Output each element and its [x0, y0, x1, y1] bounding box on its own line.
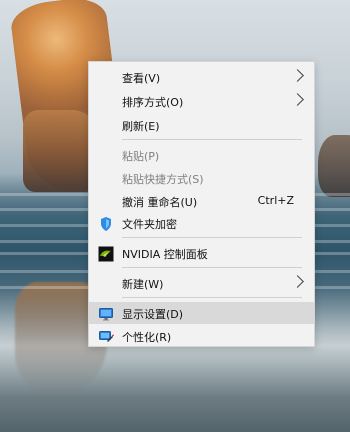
chevron-right-icon: [291, 69, 304, 82]
menu-item-label: 显示设置(D): [122, 308, 184, 321]
menu-item-label: 个性化(R): [122, 331, 172, 344]
menu-item-refresh[interactable]: 刷新(E): [89, 114, 314, 136]
menu-item-undo-rename[interactable]: 撤消 重命名(U) Ctrl+Z: [89, 190, 314, 212]
desktop-background: 查看(V) 排序方式(O) 刷新(E) 粘贴(P) 粘贴快捷方式(S) 撤消 重…: [0, 0, 350, 432]
menu-item-label: 查看(V): [122, 72, 161, 85]
menu-item-label: 粘贴(P): [122, 150, 160, 163]
menu-separator: [122, 237, 302, 238]
menu-item-label: 新建(W): [122, 278, 164, 291]
shield-icon: [98, 216, 114, 232]
menu-item-label: 文件夹加密: [122, 218, 177, 231]
menu-item-folder-encryption[interactable]: 文件夹加密: [89, 212, 314, 234]
nvidia-icon: [98, 246, 114, 262]
personalize-icon: [98, 329, 114, 345]
menu-item-paste: 粘贴(P): [89, 144, 314, 166]
chevron-right-icon: [291, 275, 304, 288]
menu-item-label: 粘贴快捷方式(S): [122, 173, 204, 186]
desktop-context-menu: 查看(V) 排序方式(O) 刷新(E) 粘贴(P) 粘贴快捷方式(S) 撤消 重…: [88, 61, 315, 347]
menu-item-sort-by[interactable]: 排序方式(O): [89, 90, 314, 112]
menu-item-nvidia-control-panel[interactable]: NVIDIA 控制面板: [89, 242, 314, 264]
menu-item-label: 撤消 重命名(U): [122, 196, 198, 209]
menu-item-display-settings[interactable]: 显示设置(D): [89, 302, 314, 324]
menu-shortcut: Ctrl+Z: [257, 194, 294, 207]
menu-item-label: NVIDIA 控制面板: [122, 248, 208, 261]
menu-item-view[interactable]: 查看(V): [89, 66, 314, 88]
menu-item-label: 刷新(E): [122, 120, 160, 133]
menu-separator: [122, 297, 302, 298]
chevron-right-icon: [291, 93, 304, 106]
menu-item-paste-shortcut: 粘贴快捷方式(S): [89, 167, 314, 189]
wallpaper-rock-right: [318, 135, 350, 197]
menu-separator: [122, 139, 302, 140]
menu-item-label: 排序方式(O): [122, 96, 184, 109]
menu-item-personalize[interactable]: 个性化(R): [89, 325, 314, 347]
monitor-icon: [98, 306, 114, 322]
menu-item-new[interactable]: 新建(W): [89, 272, 314, 294]
menu-separator: [122, 267, 302, 268]
